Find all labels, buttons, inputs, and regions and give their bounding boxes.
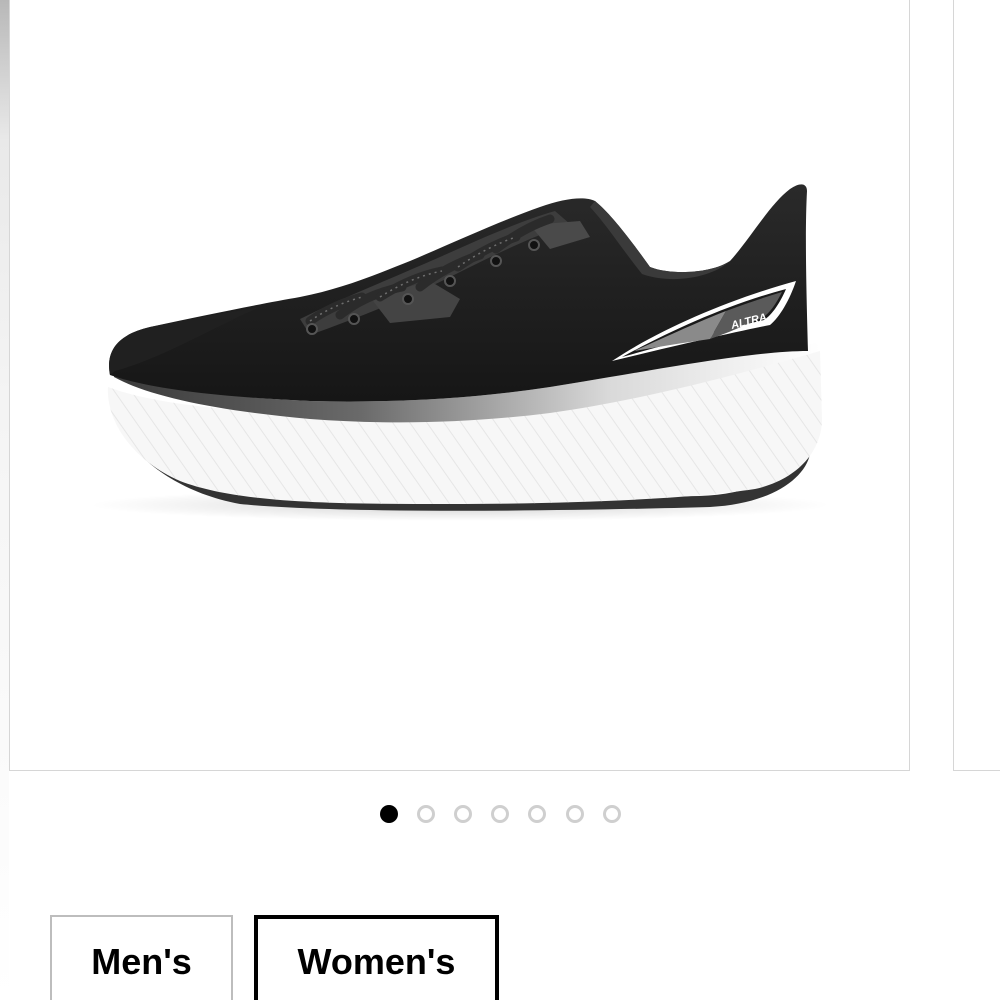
pagination-dot-1[interactable] [380,805,398,823]
pagination-dot-6[interactable] [566,805,584,823]
pagination-dot-2[interactable] [417,805,435,823]
product-image: ALTRA [90,184,830,521]
next-slide-edge[interactable] [953,0,1000,771]
pagination-dot-3[interactable] [454,805,472,823]
pagination-dot-7[interactable] [603,805,621,823]
pagination-dot-5[interactable] [528,805,546,823]
mens-button-label: Men's [91,941,192,982]
womens-button[interactable]: Women's [254,915,499,1000]
product-page: ALTRA Men's Women's [0,0,1000,1000]
carousel-pagination [0,803,1000,825]
product-image-slide[interactable]: ALTRA [9,0,910,771]
pagination-dot-4[interactable] [491,805,509,823]
womens-button-label: Women's [297,941,456,982]
mens-button[interactable]: Men's [50,915,233,1000]
previous-slide-edge [0,0,9,1000]
